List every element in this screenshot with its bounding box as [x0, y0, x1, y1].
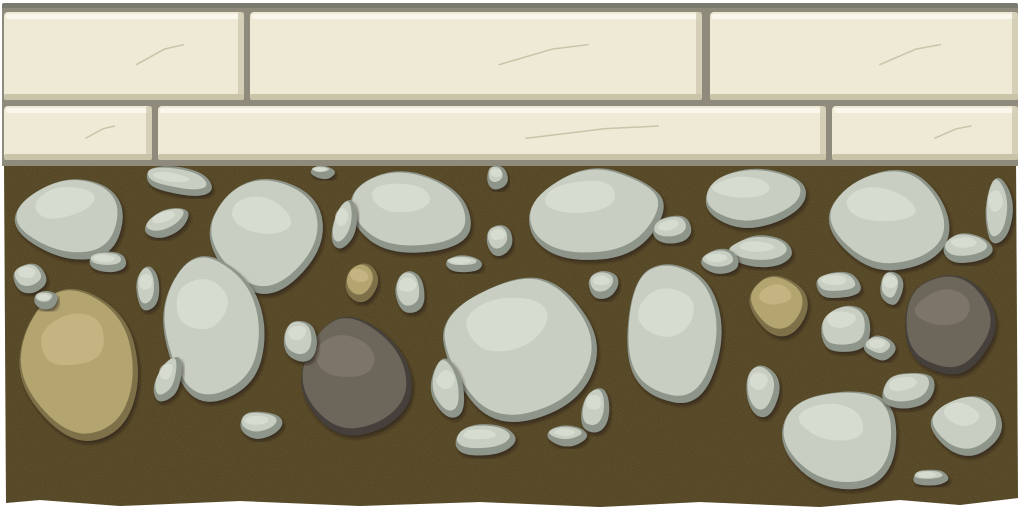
brick-side-shadow — [238, 12, 244, 100]
brick-shadow — [250, 94, 702, 100]
brick-highlight — [834, 108, 1016, 113]
brick-side-shadow — [696, 12, 702, 100]
brick-side-shadow — [1012, 12, 1018, 100]
brick-face — [710, 12, 1018, 100]
stone-highlight — [463, 429, 497, 440]
stone — [627, 264, 722, 404]
stone-wall-scene — [2, 3, 1018, 507]
brick — [158, 106, 826, 160]
brick-highlight — [6, 14, 242, 19]
brick — [250, 12, 702, 100]
brick-shadow — [158, 154, 826, 160]
brick-side-shadow — [820, 106, 826, 160]
brick — [4, 12, 244, 100]
stone-highlight — [244, 415, 269, 425]
brick-shadow — [710, 94, 1018, 100]
brick-side-shadow — [1012, 106, 1018, 160]
brick-side-shadow — [146, 106, 152, 160]
brick-highlight — [6, 108, 150, 113]
brick-face — [158, 106, 826, 160]
stone-highlight — [18, 267, 36, 278]
brick-shadow — [832, 154, 1018, 160]
brick-highlight — [160, 108, 824, 113]
brick-face — [832, 106, 1018, 160]
brick — [4, 106, 152, 160]
brick-highlight — [252, 14, 700, 19]
brick-highlight — [712, 14, 1016, 19]
brick-shadow — [4, 94, 244, 100]
brick-cap — [2, 3, 1018, 166]
brick-face — [4, 12, 244, 100]
brick — [710, 12, 1018, 100]
brick-face — [250, 12, 702, 100]
brick-face — [4, 106, 152, 160]
brick — [832, 106, 1018, 160]
stone — [89, 251, 127, 273]
stone-highlight — [586, 394, 601, 410]
brick-shadow — [4, 154, 152, 160]
stone — [913, 469, 949, 486]
